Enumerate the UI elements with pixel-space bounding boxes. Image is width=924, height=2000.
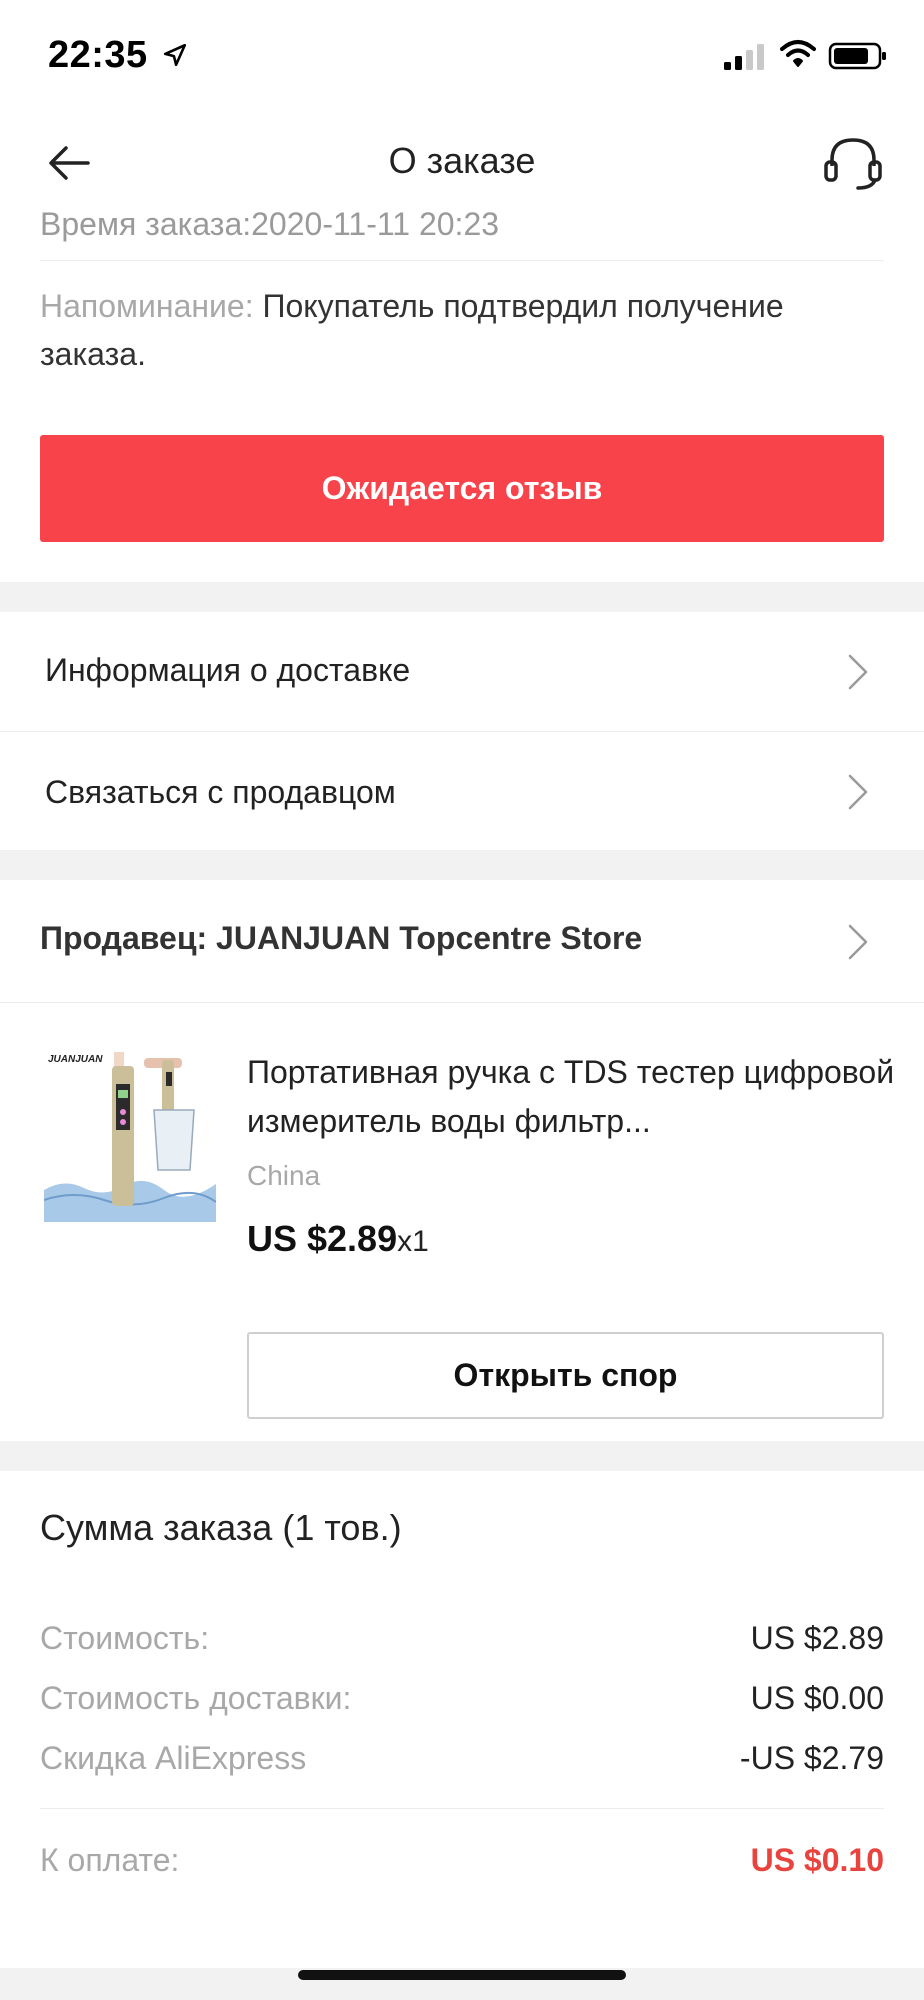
- section-gap: [0, 1441, 924, 1471]
- contact-seller-label: Связаться с продавцом: [45, 774, 396, 810]
- chevron-right-icon: [848, 924, 868, 960]
- signal-icon: [724, 44, 764, 70]
- product-origin: China: [247, 1160, 321, 1191]
- section-gap: [0, 850, 924, 880]
- cost-label: Стоимость:: [40, 1620, 210, 1656]
- order-time: Время заказа:2020-11-11 20:23: [40, 206, 500, 242]
- product-image[interactable]: JUANJUAN: [44, 1050, 216, 1222]
- nav-bar: О заказе: [0, 120, 924, 210]
- product-price: US $2.89x1: [247, 1218, 429, 1260]
- status-time: 22:35: [48, 34, 148, 76]
- discount-label: Скидка AliExpress: [40, 1740, 307, 1776]
- divider: [40, 1808, 884, 1809]
- product-price-value: US $2.89: [247, 1218, 398, 1259]
- product-brand: JUANJUAN: [48, 1054, 103, 1065]
- contact-seller-row[interactable]: Связаться с продавцом: [0, 732, 924, 850]
- order-reminder: Напоминание: Покупатель подтвердил получ…: [40, 282, 860, 378]
- product-quantity: x1: [397, 1225, 429, 1258]
- awaiting-review-button[interactable]: Ожидается отзыв: [40, 435, 884, 542]
- shipping-value: US $0.00: [750, 1680, 884, 1716]
- location-arrow-icon: [163, 43, 187, 67]
- page-title: О заказе: [388, 140, 536, 181]
- divider: [40, 260, 884, 261]
- total-value: US $0.10: [750, 1842, 884, 1878]
- discount-value: -US $2.79: [739, 1740, 884, 1776]
- status-bar: 22:35: [0, 0, 924, 110]
- product-title[interactable]: Портативная ручка с TDS тестер цифровой …: [247, 1048, 897, 1146]
- section-gap: [0, 582, 924, 612]
- home-indicator: [298, 1970, 626, 1980]
- battery-icon: [828, 42, 886, 70]
- cost-value: US $2.89: [750, 1620, 884, 1656]
- order-summary-title: Сумма заказа (1 тов.): [40, 1507, 402, 1548]
- delivery-info-label: Информация о доставке: [45, 652, 411, 688]
- chevron-right-icon: [848, 654, 868, 690]
- total-label: К оплате:: [40, 1842, 180, 1878]
- divider: [0, 1002, 924, 1003]
- delivery-info-row[interactable]: Информация о доставке: [0, 612, 924, 732]
- seller-row[interactable]: Продавец: JUANJUAN Topcentre Store: [0, 880, 924, 1002]
- wifi-icon: [780, 40, 816, 67]
- open-dispute-button[interactable]: Открыть спор: [247, 1332, 884, 1419]
- seller-name: Продавец: JUANJUAN Topcentre Store: [40, 920, 643, 956]
- reminder-label: Напоминание:: [40, 288, 254, 324]
- headset-icon[interactable]: [822, 134, 884, 192]
- chevron-right-icon: [848, 774, 868, 810]
- shipping-label: Стоимость доставки:: [40, 1680, 352, 1716]
